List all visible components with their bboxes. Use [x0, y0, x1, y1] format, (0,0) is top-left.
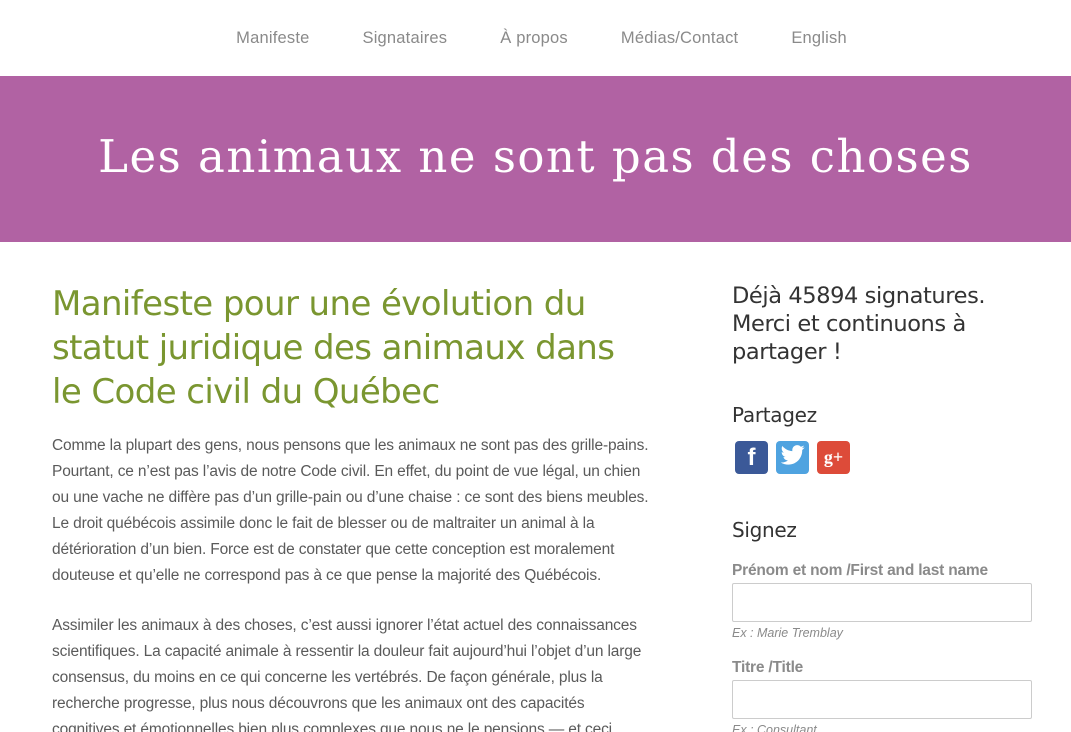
- title-input[interactable]: [732, 680, 1032, 719]
- top-navigation: Manifeste Signataires À propos Médias/Co…: [0, 0, 1071, 76]
- name-field-label: Prénom et nom /First and last name: [732, 562, 988, 579]
- social-share-buttons: f g+: [735, 441, 1032, 474]
- name-input[interactable]: [732, 583, 1032, 622]
- nav-item-signataires[interactable]: Signataires: [336, 29, 474, 48]
- twitter-share-button[interactable]: [776, 441, 809, 474]
- sidebar: Déjà 45894 signatures. Merci et continuo…: [732, 282, 1032, 732]
- google-plus-icon: g+: [823, 447, 844, 467]
- manifesto-paragraph-2: Assimiler les animaux à des choses, c’es…: [52, 617, 642, 732]
- nav-menu: Manifeste Signataires À propos Médias/Co…: [210, 29, 874, 48]
- site-title: Les animaux ne sont pas des choses: [98, 129, 973, 183]
- name-field-help: Ex : Marie Tremblay: [732, 626, 843, 640]
- google-plus-share-button[interactable]: g+: [817, 441, 850, 474]
- title-field-help: Ex : Consultant: [732, 723, 817, 732]
- manifesto-heading: Manifeste pour une évolution du statut j…: [52, 284, 615, 412]
- facebook-share-button[interactable]: f: [735, 441, 768, 474]
- nav-item-medias-contact[interactable]: Médias/Contact: [594, 29, 764, 48]
- content-area: Manifeste pour une évolution du statut j…: [0, 242, 1071, 732]
- nav-item-english[interactable]: English: [765, 29, 874, 48]
- manifesto-article: Manifeste pour une évolution du statut j…: [52, 282, 652, 732]
- signature-count: Déjà 45894 signatures. Merci et continuo…: [732, 283, 986, 365]
- sign-title: Signez: [732, 518, 797, 542]
- facebook-icon: f: [747, 443, 756, 471]
- title-banner: Les animaux ne sont pas des choses: [0, 76, 1071, 242]
- title-field-label: Titre /Title: [732, 659, 804, 676]
- twitter-icon: [780, 445, 805, 470]
- manifesto-paragraph-1: Comme la plupart des gens, nous pensons …: [52, 437, 649, 584]
- nav-item-manifeste[interactable]: Manifeste: [210, 29, 336, 48]
- share-title: Partagez: [732, 403, 817, 427]
- nav-item-a-propos[interactable]: À propos: [474, 29, 595, 48]
